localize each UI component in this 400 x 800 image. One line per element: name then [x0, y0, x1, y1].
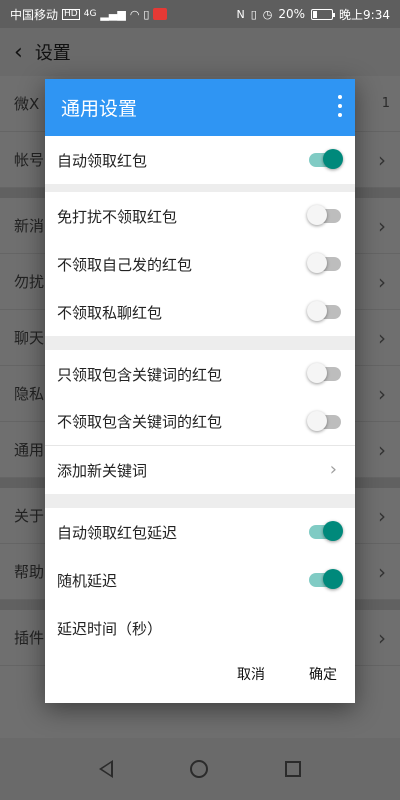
setting-label: 不领取自己发的红包 [57, 255, 193, 274]
section-divider [45, 336, 355, 350]
setting-label: 延迟时间（秒） [57, 619, 163, 638]
setting-label: 自动领取红包延迟 [57, 523, 178, 542]
setting-random-delay[interactable]: 随机延迟 [45, 556, 355, 604]
setting-label: 自动领取红包 [57, 151, 148, 170]
network-label: 4G [83, 8, 97, 19]
more-vert-icon[interactable] [337, 95, 343, 117]
cancel-button[interactable]: 取消 [233, 658, 269, 690]
setting-label: 不领取包含关键词的红包 [57, 413, 223, 431]
battery-icon [311, 8, 336, 20]
setting-dnd-skip[interactable]: 免打扰不领取红包 [45, 192, 355, 240]
carrier-label: 中国移动 [10, 7, 59, 22]
setting-auto-claim[interactable]: 自动领取红包 [45, 136, 355, 184]
setting-label: 不领取私聊红包 [57, 303, 163, 322]
wifi-icon: ◠ [129, 7, 140, 21]
ok-button[interactable]: 确定 [305, 658, 341, 690]
claim-delay-toggle[interactable] [309, 521, 343, 541]
setting-label: 添加新关键词 [57, 461, 148, 480]
nav-home-icon[interactable] [189, 760, 208, 778]
section-divider [45, 494, 355, 508]
dialog-title: 通用设置 [61, 98, 138, 120]
setting-add-keyword[interactable]: 添加新关键词 › [45, 446, 355, 494]
alarm-icon: ◷ [262, 7, 273, 21]
setting-label: 免打扰不领取红包 [57, 207, 178, 226]
navigation-bar [0, 738, 400, 800]
battery-percent: 20% [278, 7, 306, 21]
chevron-right-icon: › [329, 459, 337, 480]
only-keyword-toggle[interactable] [307, 363, 341, 383]
dialog-header: 通用设置 [45, 79, 355, 136]
random-delay-toggle[interactable] [309, 569, 343, 589]
status-bar: 中国移动 HD 4G ▂▄▆ ◠ ▯ N ▯ ◷ 20% 晚上9:34 [0, 0, 400, 28]
notification-icon [153, 8, 168, 20]
setting-skip-own[interactable]: 不领取自己发的红包 [45, 240, 355, 288]
exclude-keyword-toggle[interactable] [307, 410, 341, 431]
auto-claim-toggle[interactable] [309, 149, 343, 169]
setting-skip-private[interactable]: 不领取私聊红包 [45, 288, 355, 336]
setting-only-keyword[interactable]: 只领取包含关键词的红包 [45, 350, 355, 398]
nfc-icon: N [236, 7, 245, 21]
nav-back-icon[interactable] [98, 760, 113, 778]
setting-label: 随机延迟 [57, 571, 118, 590]
skip-own-toggle[interactable] [307, 253, 341, 273]
dnd-skip-toggle[interactable] [307, 205, 341, 225]
signal-icon: ▂▄▆ [100, 7, 126, 21]
general-settings-dialog: 通用设置 自动领取红包 免打扰不领取红包 不领取自己发的红包 不领取私聊红包 只… [45, 79, 355, 703]
vibrate-icon: ▯ [250, 7, 257, 21]
hd-icon: HD [62, 8, 80, 20]
setting-exclude-keyword[interactable]: 不领取包含关键词的红包 [45, 398, 355, 446]
battery-fill [313, 10, 318, 18]
section-divider [45, 184, 355, 192]
clock: 晚上9:34 [339, 7, 390, 22]
skip-private-toggle[interactable] [307, 301, 341, 321]
battery-saver-icon: ▯ [143, 7, 150, 21]
setting-label: 只领取包含关键词的红包 [57, 365, 223, 384]
setting-claim-delay[interactable]: 自动领取红包延迟 [45, 508, 355, 556]
dialog-actions: 取消 确定 [45, 645, 355, 703]
nav-recents-icon[interactable] [285, 761, 302, 777]
